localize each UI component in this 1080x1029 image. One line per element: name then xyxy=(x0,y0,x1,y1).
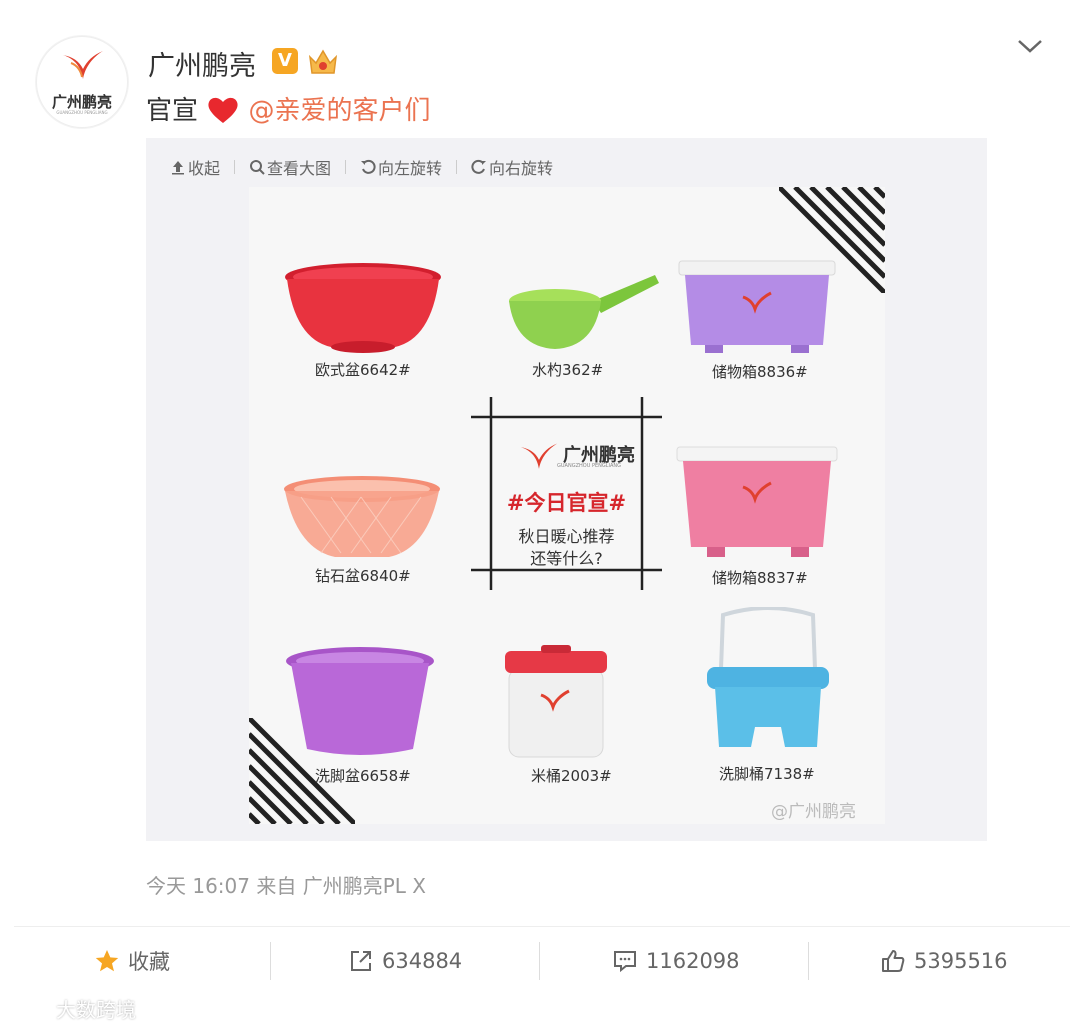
post-text-main: 官宣 xyxy=(146,96,199,126)
rotate-left-button[interactable]: 向左旋转 xyxy=(360,155,442,179)
product-label: 米桶2003# xyxy=(531,767,612,785)
comment-button[interactable]: 1162098 xyxy=(612,940,740,982)
favorite-button[interactable]: 收藏 xyxy=(94,940,170,982)
member-crown-icon xyxy=(308,49,338,74)
product-image-basin-6840 xyxy=(284,476,440,557)
rotate-right-button[interactable]: 向右旋转 xyxy=(471,155,553,179)
avatar[interactable]: 广州鹏亮 GUANGZHOU PENGLIANG xyxy=(36,36,128,128)
promo-line-1: 秋日暖心推荐 xyxy=(518,527,615,546)
avatar-brand-text: 广州鹏亮 xyxy=(51,93,112,111)
watermark-logo-icon xyxy=(11,998,48,1018)
avatar-brand-subtext: GUANGZHOU PENGLIANG xyxy=(56,110,108,115)
product-label: 水杓362# xyxy=(532,361,604,379)
post-image[interactable]: 欧式盆6642# 水杓362# 储物箱8836# 广州鹏亮 GUANGZHOU … xyxy=(249,187,885,824)
post-text: 官宣 @亲爱的客户们 xyxy=(146,90,431,127)
repost-button[interactable]: 634884 xyxy=(348,940,462,982)
image-toolbar: 收起 查看大图 向左旋转 向右旋转 xyxy=(170,155,553,179)
chevron-down-icon[interactable] xyxy=(1016,36,1044,56)
rotate-left-label: 向左旋转 xyxy=(378,159,443,178)
toolbar-divider xyxy=(234,160,236,174)
action-separator xyxy=(808,942,809,980)
favorite-label: 收藏 xyxy=(128,950,170,974)
product-image-basin-6642 xyxy=(285,263,441,353)
promo-brand-subtext: GUANGZHOU PENGLIANG xyxy=(557,463,622,469)
product-label: 洗脚盆6658# xyxy=(315,767,411,785)
product-image-foot-bucket-7138 xyxy=(707,607,829,747)
like-button[interactable]: 5395516 xyxy=(880,940,1008,982)
action-bar: 收藏 634884 1162098 5395516 xyxy=(0,940,1080,982)
product-label: 钻石盆6840# xyxy=(315,567,411,585)
footer-watermark: 大数跨境 xyxy=(10,994,136,1023)
username[interactable]: 广州鹏亮 xyxy=(148,44,256,83)
product-label: 储物箱8837# xyxy=(712,569,808,587)
product-image-rice-bucket-2003 xyxy=(505,645,607,758)
promo-brand: 广州鹏亮 GUANGZHOU PENGLIANG xyxy=(519,441,639,481)
poster-watermark: @广州鹏亮 xyxy=(771,802,856,822)
product-label: 欧式盆6642# xyxy=(315,361,411,379)
post-meta: 今天 16:07 来自 广州鹏亮PL X xyxy=(146,874,426,898)
view-large-label: 查看大图 xyxy=(267,159,332,178)
product-image-storage-box-8837 xyxy=(676,446,838,557)
heart-icon xyxy=(208,97,238,123)
promo-line-2: 还等什么? xyxy=(530,549,603,568)
collapse-icon xyxy=(172,161,184,175)
brand-logo-icon xyxy=(63,51,103,79)
repost-count: 634884 xyxy=(382,949,463,973)
collapse-label: 收起 xyxy=(188,159,221,178)
action-divider xyxy=(14,926,1070,927)
action-separator xyxy=(270,942,271,980)
promo-box: 广州鹏亮 GUANGZHOU PENGLIANG #今日官宣# 秋日暖心推荐 还… xyxy=(471,397,662,590)
collapse-button[interactable]: 收起 xyxy=(170,155,220,179)
rotate-right-icon xyxy=(471,159,487,174)
rotate-left-icon xyxy=(361,159,376,174)
footer-watermark-text: 大数跨境 xyxy=(56,998,136,1022)
brand-logo-icon xyxy=(520,443,558,469)
comment-icon xyxy=(614,951,636,973)
product-label: 洗脚桶7138# xyxy=(719,765,815,783)
promo-hashtag: #今日官宣# xyxy=(506,491,627,515)
toolbar-divider xyxy=(345,160,347,174)
like-count: 5395516 xyxy=(914,949,1008,973)
product-image-storage-box-8836 xyxy=(678,260,836,353)
mention-link[interactable]: @亲爱的客户们 xyxy=(249,96,431,126)
rotate-right-label: 向右旋转 xyxy=(489,159,554,178)
product-image-foot-basin-6658 xyxy=(286,647,434,755)
share-icon xyxy=(351,951,371,971)
action-separator xyxy=(539,942,540,980)
view-large-button[interactable]: 查看大图 xyxy=(249,155,331,179)
product-image-ladle-362 xyxy=(509,275,659,349)
product-label: 储物箱8836# xyxy=(712,363,808,381)
search-icon xyxy=(250,160,265,175)
toolbar-divider xyxy=(456,160,458,174)
verified-badge-icon: V xyxy=(272,48,298,74)
star-icon xyxy=(95,950,119,972)
thumbs-up-icon xyxy=(882,950,905,972)
comment-count: 1162098 xyxy=(646,949,740,973)
